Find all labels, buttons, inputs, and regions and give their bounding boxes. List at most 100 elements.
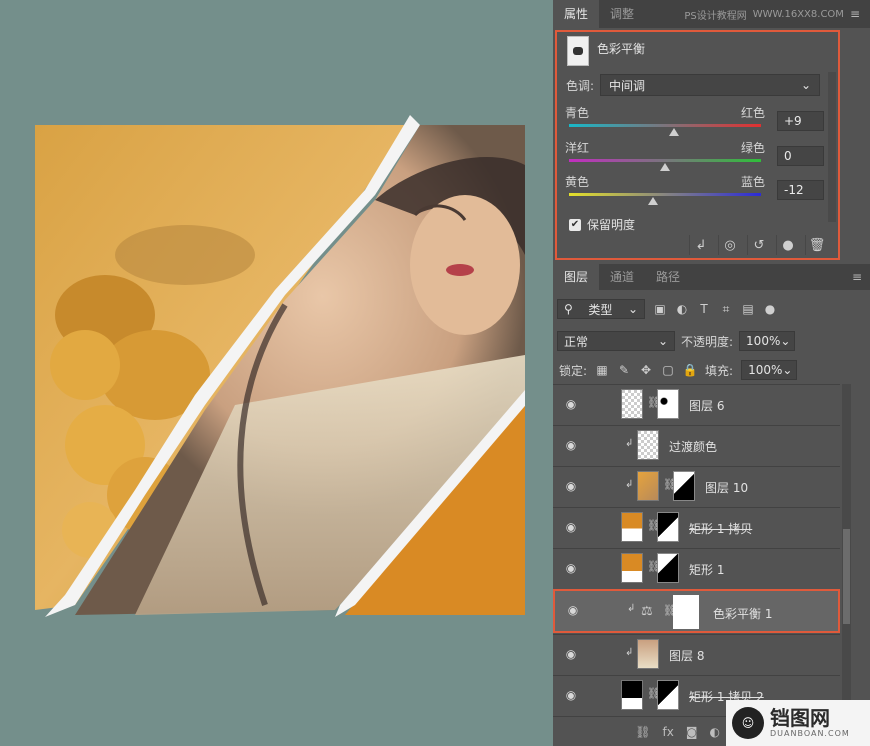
hamburger-icon[interactable]: ≡ xyxy=(850,7,860,21)
lock-all-icon[interactable]: 🔒 xyxy=(683,363,698,377)
adjustment-filter-icon[interactable]: ◐ xyxy=(675,302,689,316)
tab-channels[interactable]: 通道 xyxy=(599,264,645,290)
eye-icon[interactable]: ◉ xyxy=(563,688,579,702)
lock-artboard-icon[interactable]: ▢ xyxy=(661,363,675,377)
fill-input[interactable]: 100% ⌄ xyxy=(741,360,798,380)
layer-row[interactable]: ◉ ⛓ 图层 6 xyxy=(553,384,840,424)
scrollbar-thumb[interactable] xyxy=(843,529,850,624)
cyan-red-slider[interactable]: 青色 红色 +9 xyxy=(565,104,824,138)
smart-object-filter-icon[interactable]: ▤ xyxy=(741,302,755,316)
layer-name[interactable]: 图层 10 xyxy=(705,479,748,496)
clip-to-layer-icon[interactable]: ↲ xyxy=(689,235,712,255)
filter-select[interactable]: ⚲ 类型 ⌄ xyxy=(557,299,645,319)
eye-icon[interactable]: ◉ xyxy=(563,479,579,493)
eye-icon[interactable]: ◉ xyxy=(563,561,579,575)
document-canvas[interactable] xyxy=(0,0,553,746)
right-panel: 属性 调整 PS设计教程网 WWW.16XX8.COM ≡ ⚖ 色彩平衡 色调:… xyxy=(553,0,870,746)
tone-label: 色调: xyxy=(566,78,595,93)
slider-value-input[interactable]: +9 xyxy=(777,111,824,131)
layers-scrollbar[interactable] xyxy=(842,384,851,716)
slider-thumb[interactable] xyxy=(648,197,658,205)
slider-track[interactable] xyxy=(569,159,761,162)
layer-mask[interactable] xyxy=(673,471,695,501)
layers-menu-icon[interactable]: ≡ xyxy=(852,264,862,290)
layer-name[interactable]: 图层 8 xyxy=(669,647,704,664)
tab-properties[interactable]: 属性 xyxy=(553,0,600,28)
tab-layers[interactable]: 图层 xyxy=(553,264,600,290)
eye-icon[interactable]: ◉ xyxy=(563,397,579,411)
layer-row[interactable]: ◉ ⛓ 矩形 1 xyxy=(553,548,840,588)
view-previous-state-icon[interactable]: ◎ xyxy=(718,235,741,255)
layer-mask[interactable] xyxy=(673,595,699,629)
eye-icon[interactable]: ◉ xyxy=(563,520,579,534)
reset-icon[interactable]: ↺ xyxy=(747,235,770,255)
opacity-value: 100% xyxy=(746,334,781,348)
logo-text-cn: 铛图网 xyxy=(770,706,830,730)
properties-tabs: 属性 调整 PS设计教程网 WWW.16XX8.COM ≡ xyxy=(553,0,870,28)
trash-icon[interactable]: 🗑 xyxy=(805,235,828,255)
yellow-blue-slider[interactable]: 黄色 蓝色 -12 xyxy=(565,173,824,207)
layer-name[interactable]: 图层 6 xyxy=(689,397,724,414)
layer-mask[interactable] xyxy=(657,389,679,419)
layer-row[interactable]: ◉ ↲ ⛓ 图层 10 xyxy=(553,466,840,506)
layer-thumbnail xyxy=(637,639,659,669)
layer-filter-row: ⚲ 类型 ⌄ ▣ ◐ T ⌗ ▤ ● xyxy=(557,299,777,319)
opacity-input[interactable]: 100% ⌄ xyxy=(739,331,796,351)
layer-name[interactable]: 过渡颜色 xyxy=(669,438,717,455)
layer-name[interactable]: 矩形 1 xyxy=(689,561,724,578)
eye-icon[interactable]: ◉ xyxy=(565,603,581,617)
slider-thumb[interactable] xyxy=(660,163,670,171)
fill-value: 100% xyxy=(748,363,783,377)
eye-icon[interactable]: ◉ xyxy=(563,647,579,661)
watermark-text: PS设计教程网 xyxy=(684,10,747,22)
layer-mask[interactable] xyxy=(657,512,679,542)
slider-right-label: 红色 xyxy=(741,106,766,120)
filter-toggle-icon[interactable]: ● xyxy=(763,302,777,316)
eye-icon[interactable]: ◉ xyxy=(563,438,579,452)
clip-arrow-icon: ↲ xyxy=(625,479,634,490)
opacity-label: 不透明度: xyxy=(681,334,734,349)
fx-icon[interactable]: fx xyxy=(663,725,674,739)
slider-value-input[interactable]: 0 xyxy=(777,146,824,166)
blend-mode-value: 正常 xyxy=(564,334,589,349)
type-filter-icon[interactable]: T xyxy=(697,302,711,316)
link-icon[interactable]: ⛓ xyxy=(635,725,650,739)
slider-right-label: 蓝色 xyxy=(741,175,766,189)
lock-position-icon[interactable]: ✥ xyxy=(639,363,653,377)
visibility-icon[interactable]: ● xyxy=(776,235,799,255)
layer-row[interactable]: ◉ ↲ 图层 8 xyxy=(553,634,840,674)
lock-pixels-icon[interactable]: ✎ xyxy=(617,363,631,377)
layer-row[interactable]: ◉ ⛓ 矩形 1 拷贝 xyxy=(553,507,840,547)
clip-arrow-icon: ↲ xyxy=(627,603,636,614)
shape-filter-icon[interactable]: ⌗ xyxy=(719,302,733,316)
layer-mask[interactable] xyxy=(657,553,679,583)
filter-label: 类型 xyxy=(588,302,613,317)
adjustment-icon[interactable]: ◐ xyxy=(710,725,720,739)
blend-mode-select[interactable]: 正常 ⌄ xyxy=(557,331,675,351)
layer-mask[interactable] xyxy=(657,680,679,710)
mask-icon[interactable] xyxy=(567,36,589,66)
preserve-luminosity[interactable]: ✔ 保留明度 xyxy=(569,216,635,233)
preserve-luminosity-checkbox[interactable]: ✔ xyxy=(569,218,581,231)
layer-name[interactable]: 色彩平衡 1 xyxy=(713,605,772,622)
chevron-down-icon: ⌄ xyxy=(782,363,793,377)
watermark-url: WWW.16XX8.COM xyxy=(752,8,844,20)
slider-track[interactable] xyxy=(569,124,761,127)
slider-value-input[interactable]: -12 xyxy=(777,180,824,200)
tab-adjustments[interactable]: 调整 xyxy=(599,0,645,28)
magenta-green-slider[interactable]: 洋红 绿色 0 xyxy=(565,139,824,173)
slider-track[interactable] xyxy=(569,193,761,196)
layer-row[interactable]: ◉ ↲ 过渡颜色 xyxy=(553,425,840,465)
layer-name[interactable]: 矩形 1 拷贝 xyxy=(689,520,752,537)
lock-row: 锁定: ▦ ✎ ✥ ▢ 🔒 填充: 100% ⌄ xyxy=(559,360,798,380)
lock-transparent-icon[interactable]: ▦ xyxy=(595,363,609,377)
blend-row: 正常 ⌄ 不透明度: 100% ⌄ xyxy=(557,331,796,351)
pixel-filter-icon[interactable]: ▣ xyxy=(653,302,667,316)
tab-paths[interactable]: 路径 xyxy=(645,264,691,290)
layers-list: ◉ ⛓ 图层 6 ◉ ↲ 过渡颜色 ◉ ↲ ⛓ 图层 10 ◉ ⛓ 矩形 1 拷… xyxy=(553,384,840,716)
slider-thumb[interactable] xyxy=(669,128,679,136)
mask-icon[interactable]: ◙ xyxy=(686,725,698,739)
tone-select[interactable]: 中间调 ⌄ xyxy=(600,74,821,96)
properties-scrollbar[interactable] xyxy=(828,72,836,222)
layer-row-selected[interactable]: ◉ ↲ ⚖ ⛓ 色彩平衡 1 xyxy=(553,589,840,633)
